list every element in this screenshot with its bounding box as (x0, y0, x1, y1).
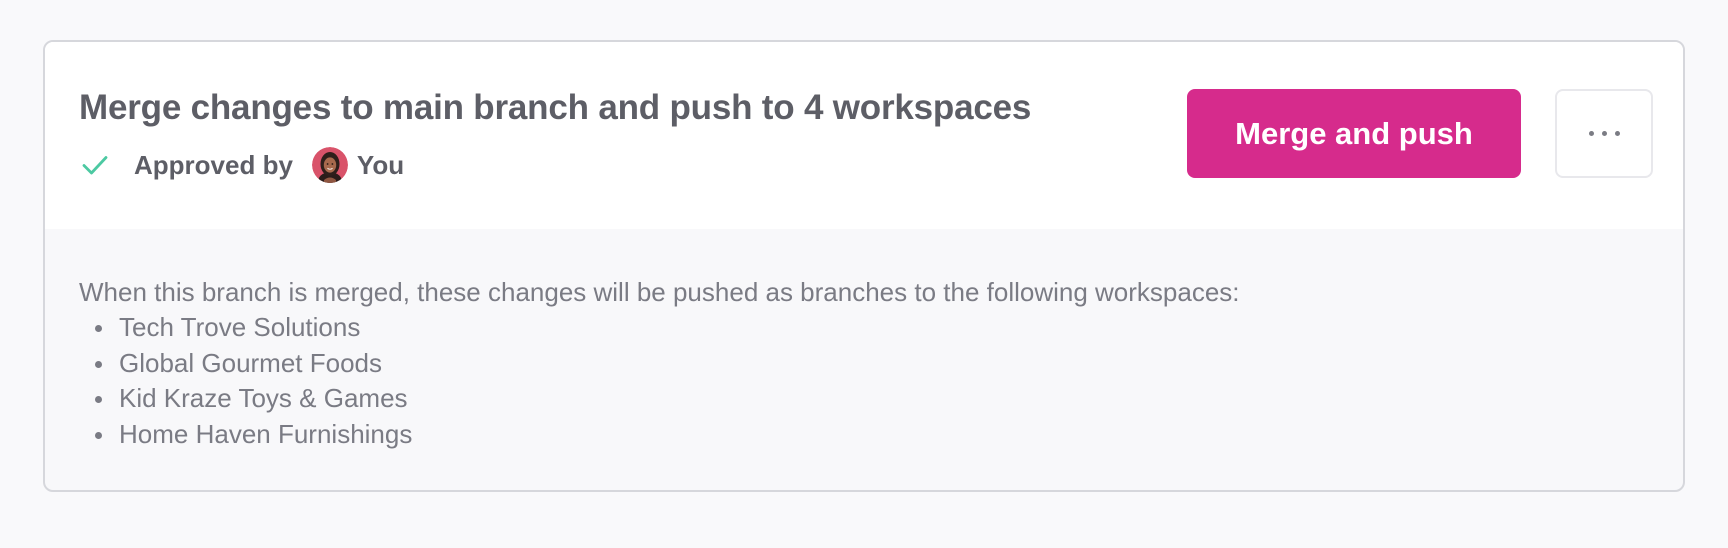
list-item: Kid Kraze Toys & Games (79, 381, 1649, 417)
bullet-icon (95, 431, 102, 439)
workspace-name: Kid Kraze Toys & Games (119, 383, 408, 413)
more-actions-button[interactable] (1555, 89, 1653, 178)
bullet-icon (95, 360, 102, 368)
workspace-list: Tech Trove Solutions Global Gourmet Food… (79, 310, 1649, 452)
checkmark-icon (81, 151, 109, 179)
approved-by-label: Approved by (134, 149, 293, 180)
merge-description: When this branch is merged, these change… (79, 277, 1240, 307)
merge-and-push-button[interactable]: Merge and push (1187, 89, 1521, 178)
card-body: When this branch is merged, these change… (79, 274, 1649, 452)
bullet-icon (95, 396, 102, 403)
workspace-name: Tech Trove Solutions (119, 312, 361, 342)
list-item: Global Gourmet Foods (79, 346, 1649, 382)
workspace-name: Home Haven Furnishings (119, 418, 413, 449)
avatar (311, 147, 348, 183)
list-item: Home Haven Furnishings (79, 417, 1649, 453)
more-horizontal-icon (1588, 131, 1620, 136)
merge-title: Merge changes to main branch and push to… (79, 88, 1032, 127)
workspace-name: Global Gourmet Foods (119, 347, 383, 378)
approver-name: You (356, 149, 405, 180)
approval-status: Approved by You (81, 146, 404, 184)
list-item: Tech Trove Solutions (79, 310, 1649, 346)
card-header: Merge changes to main branch and push to… (45, 42, 1683, 229)
bullet-icon (95, 325, 102, 332)
merge-request-card: Merge changes to main branch and push to… (43, 40, 1685, 492)
